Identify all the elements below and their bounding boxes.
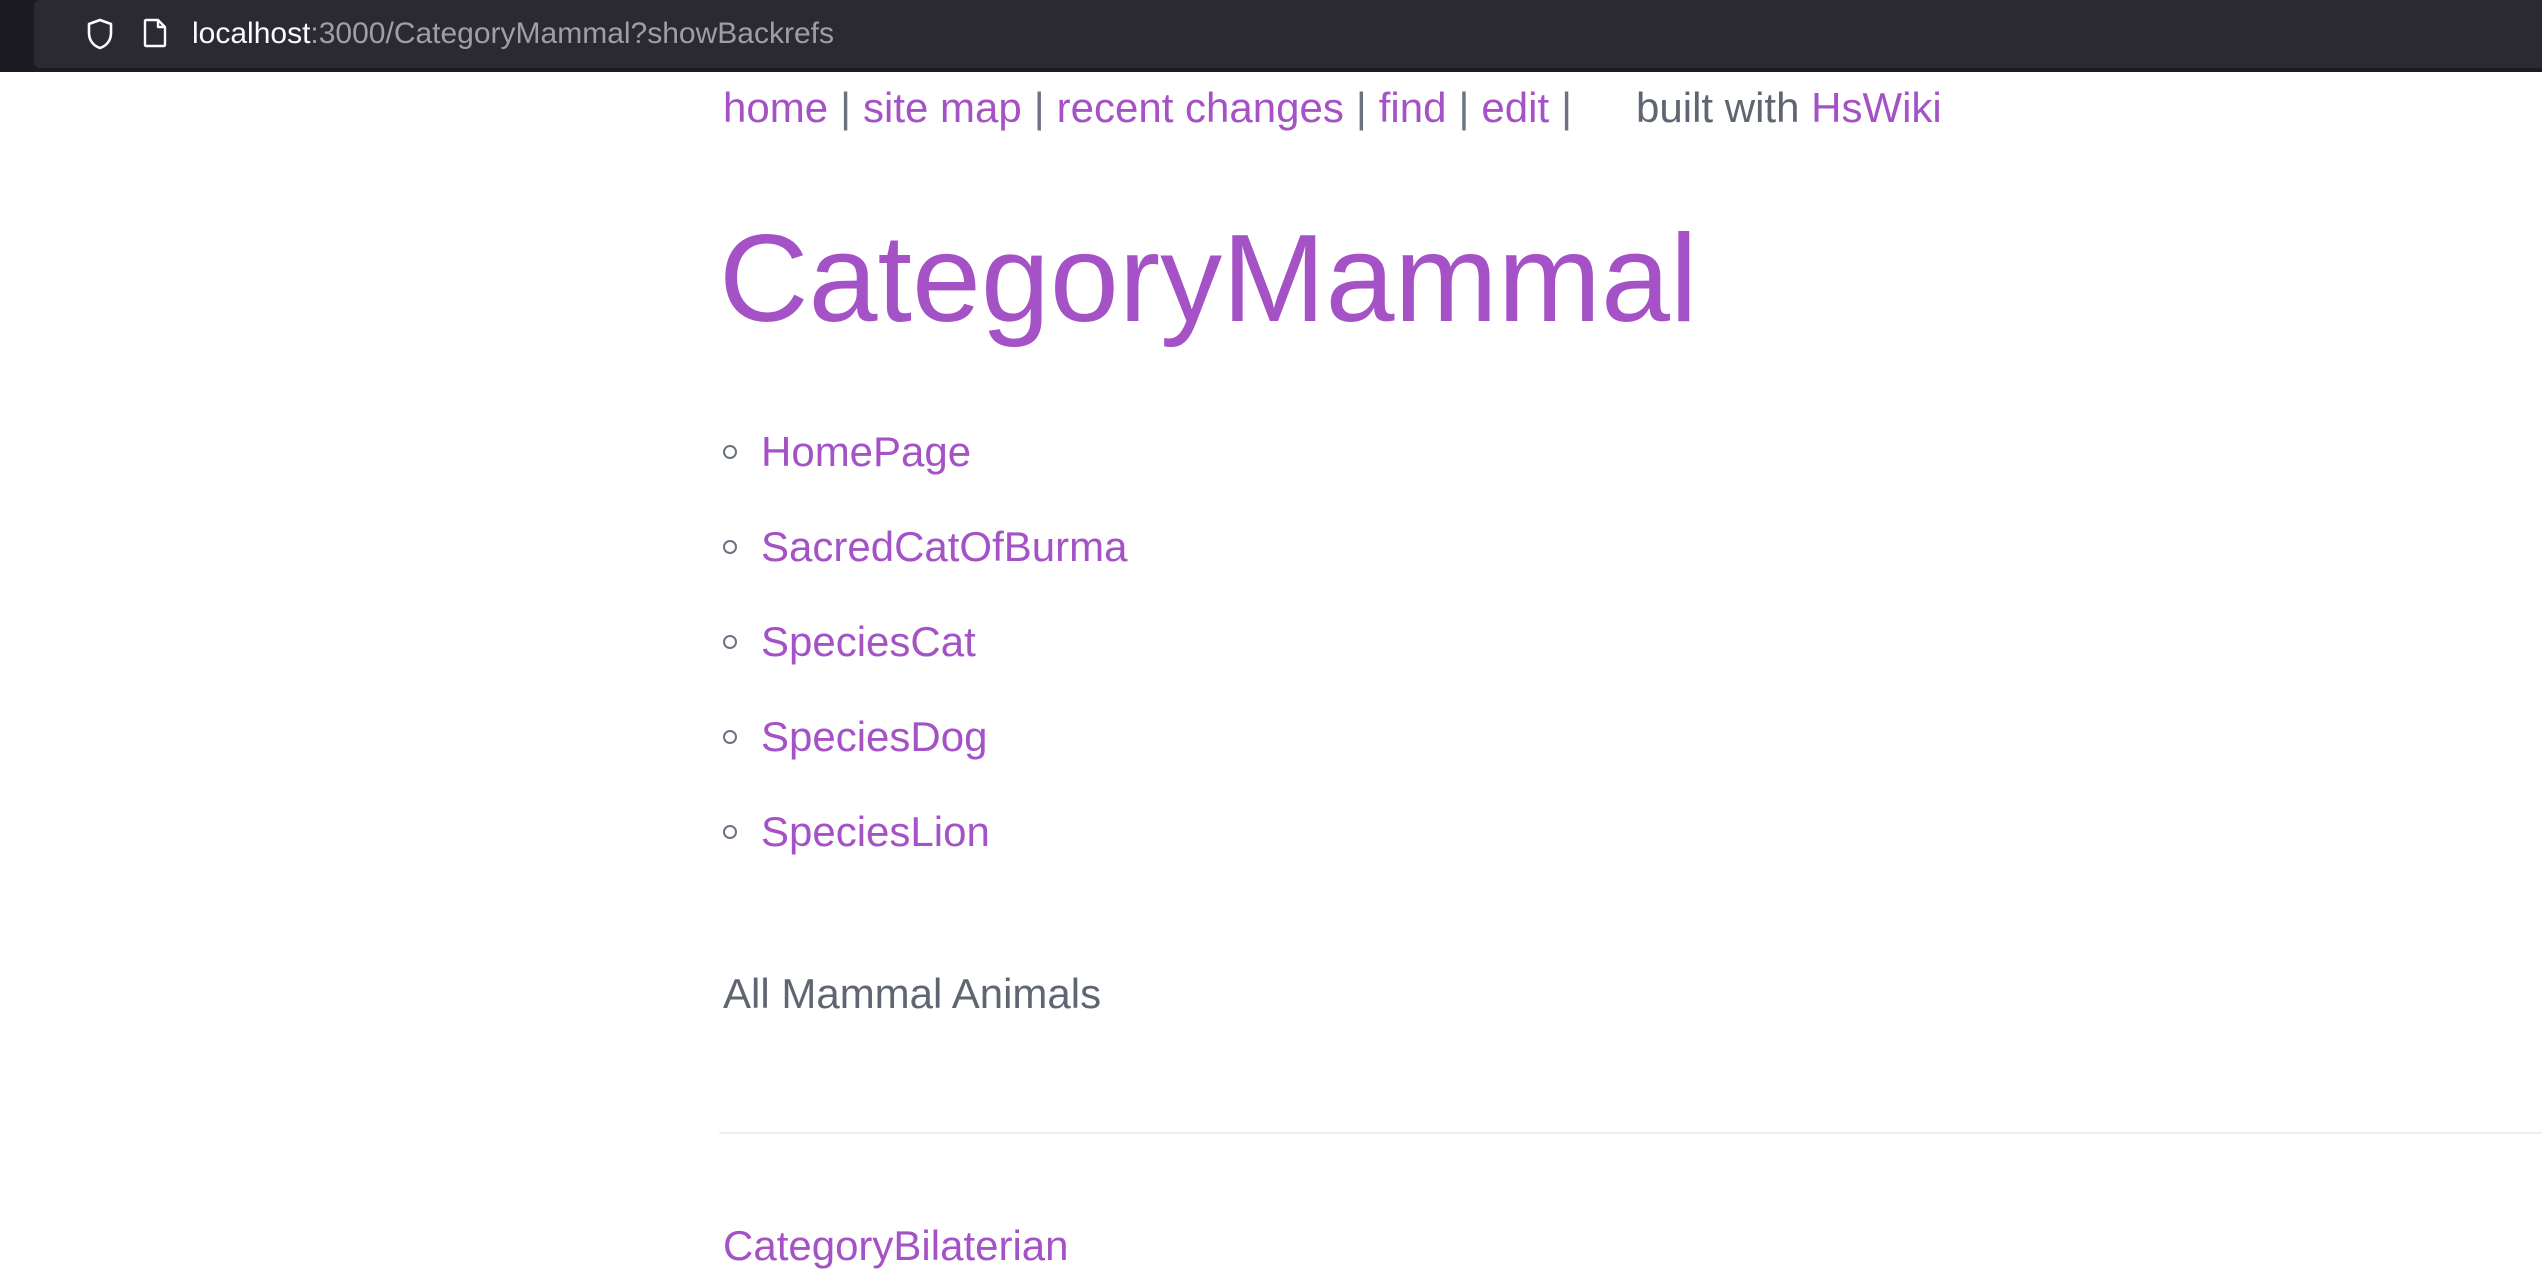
nav-find-link[interactable]: find xyxy=(1379,84,1447,131)
nav-recent-changes-link[interactable]: recent changes xyxy=(1057,84,1344,131)
bullet-icon xyxy=(723,634,737,649)
nav-separator: | xyxy=(1355,84,1367,131)
list-item: HomePage xyxy=(723,404,1127,499)
list-item: SpeciesDog xyxy=(723,689,1127,784)
top-nav: home | site map | recent changes | find | edit | b… xyxy=(723,80,1942,136)
nav-separator: | xyxy=(1458,84,1470,131)
bullet-icon xyxy=(723,729,737,744)
bullet-icon xyxy=(723,824,737,839)
nav-separator: | xyxy=(1561,84,1573,131)
backref-link[interactable]: HomePage xyxy=(761,428,971,476)
nav-home-link[interactable]: home xyxy=(723,84,828,131)
page-description: All Mammal Animals xyxy=(723,970,1102,1017)
backref-link[interactable]: SacredCatOfBurma xyxy=(761,523,1127,571)
url-path: :3000/CategoryMammal?showBackrefs xyxy=(310,17,834,50)
url-host: localhost xyxy=(192,17,311,50)
backref-link[interactable]: SpeciesCat xyxy=(761,618,976,666)
browser-toolbar: localhost:3000/CategoryMammal?showBackre… xyxy=(0,0,2542,72)
shield-icon[interactable] xyxy=(86,18,114,50)
nav-separator: | xyxy=(1033,84,1045,131)
list-item: SacredCatOfBurma xyxy=(723,499,1127,594)
address-bar[interactable]: localhost:3000/CategoryMammal?showBackre… xyxy=(34,0,2542,68)
bullet-icon xyxy=(723,539,737,554)
backref-link[interactable]: SpeciesDog xyxy=(761,713,987,761)
list-item: SpeciesCat xyxy=(723,594,1127,689)
divider xyxy=(719,1132,2542,1134)
backrefs-list: HomePage SacredCatOfBurma SpeciesCat Spe… xyxy=(723,404,1127,879)
bullet-icon xyxy=(723,444,737,459)
url-text[interactable]: localhost:3000/CategoryMammal?showBackre… xyxy=(192,14,834,54)
built-with-text: built with xyxy=(1636,84,1800,131)
page-title[interactable]: CategoryMammal xyxy=(719,204,1698,354)
nav-separator: | xyxy=(840,84,851,131)
nav-edit-link[interactable]: edit xyxy=(1481,84,1549,131)
list-item: SpeciesLion xyxy=(723,784,1127,879)
nav-site-map-link[interactable]: site map xyxy=(863,84,1022,131)
page-icon xyxy=(143,18,167,48)
backref-link[interactable]: SpeciesLion xyxy=(761,808,990,856)
category-link[interactable]: CategoryBilaterian xyxy=(723,1218,1069,1274)
hswiki-link[interactable]: HsWiki xyxy=(1811,84,1942,131)
